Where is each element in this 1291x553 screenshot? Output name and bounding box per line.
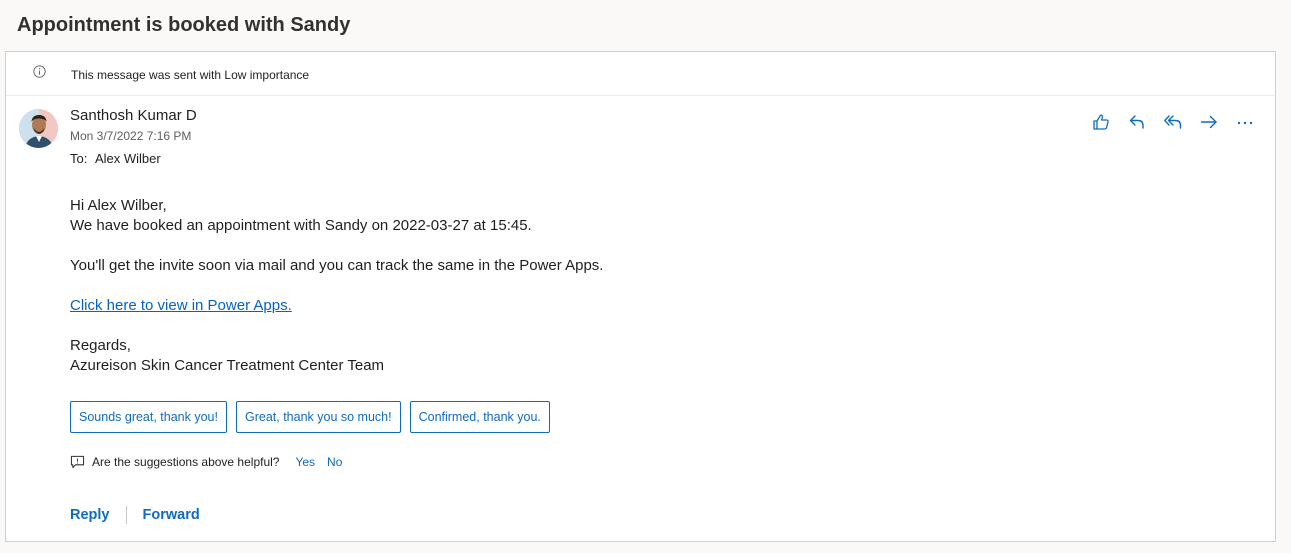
- divider: [125, 506, 127, 524]
- suggested-replies: Sounds great, thank you! Great, thank yo…: [70, 401, 550, 433]
- forward-button[interactable]: Forward: [143, 507, 200, 523]
- bottom-actions: Reply Forward: [70, 506, 200, 524]
- thumbs-up-icon: [1093, 114, 1109, 130]
- recipient-line: To: Alex Wilber: [70, 151, 161, 166]
- to-label: To:: [70, 151, 88, 166]
- recipient-name[interactable]: Alex Wilber: [95, 151, 161, 166]
- more-actions-button[interactable]: [1233, 110, 1257, 134]
- more-icon: [1237, 121, 1253, 125]
- suggested-reply-button[interactable]: Great, thank you so much!: [235, 401, 401, 433]
- reply-icon-button[interactable]: [1125, 110, 1149, 134]
- suggestion-feedback: Are the suggestions above helpful? Yes N…: [70, 455, 342, 469]
- like-button[interactable]: [1089, 110, 1113, 134]
- signature: Azureison Skin Cancer Treatment Center T…: [70, 357, 385, 374]
- message-card: This message was sent with Low importanc…: [5, 51, 1276, 542]
- forward-icon-button[interactable]: [1197, 110, 1221, 134]
- power-apps-link[interactable]: Click here to view in Power Apps.: [70, 297, 292, 314]
- message-body: Hi Alex Wilber, We have booked an appoin…: [70, 196, 603, 376]
- importance-banner: This message was sent with Low importanc…: [6, 52, 1275, 96]
- body-line-1: We have booked an appointment with Sandy…: [70, 217, 532, 234]
- forward-icon: [1200, 115, 1217, 129]
- suggested-reply-button[interactable]: Confirmed, thank you.: [409, 401, 550, 433]
- body-line-2: You'll get the invite soon via mail and …: [70, 257, 604, 274]
- regards: Regards,: [70, 337, 131, 354]
- feedback-question: Are the suggestions above helpful?: [92, 455, 280, 469]
- info-icon: [33, 65, 46, 78]
- reply-all-icon: [1164, 115, 1182, 129]
- email-subject: Appointment is booked with Sandy: [17, 14, 351, 36]
- feedback-no-button[interactable]: No: [327, 455, 342, 469]
- avatar[interactable]: [19, 109, 58, 148]
- suggested-reply-button[interactable]: Sounds great, thank you!: [70, 401, 227, 433]
- sender-name[interactable]: Santhosh Kumar D: [70, 107, 197, 124]
- reply-icon: [1129, 115, 1144, 129]
- greeting: Hi Alex Wilber,: [70, 197, 167, 214]
- reply-all-icon-button[interactable]: [1161, 110, 1185, 134]
- reply-button[interactable]: Reply: [70, 507, 110, 523]
- feedback-yes-button[interactable]: Yes: [295, 455, 315, 469]
- message-actions: [1089, 110, 1257, 134]
- importance-text: This message was sent with Low importanc…: [71, 68, 310, 82]
- feedback-icon: [70, 455, 85, 469]
- message-date: Mon 3/7/2022 7:16 PM: [70, 129, 192, 143]
- avatar-photo: [19, 109, 58, 148]
